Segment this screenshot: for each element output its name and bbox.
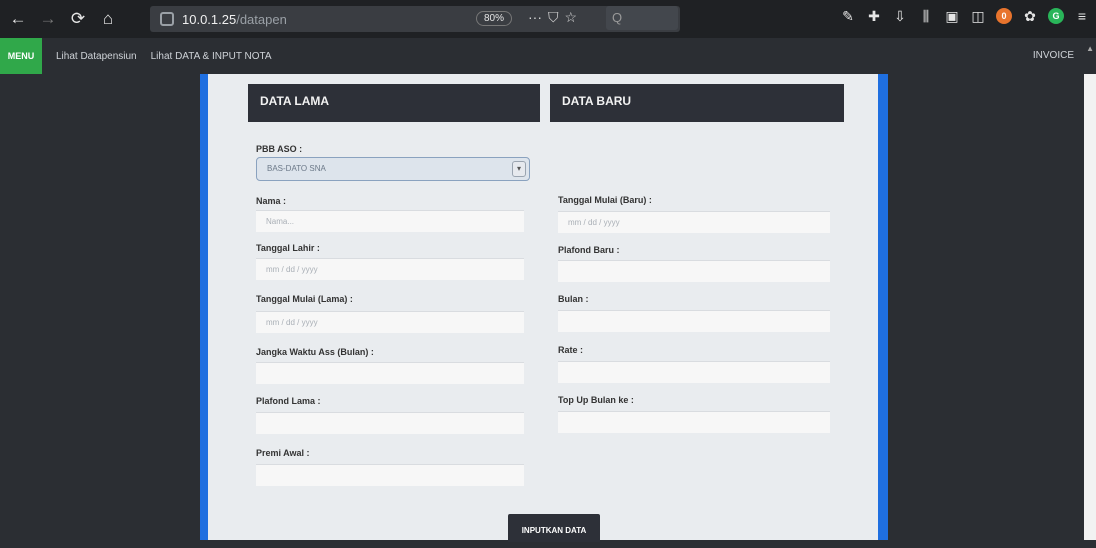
page-scrollbar[interactable] [1084, 74, 1096, 540]
rate-input[interactable] [558, 361, 830, 383]
tgl-lahir-input[interactable]: mm / dd / yyyy [256, 258, 524, 280]
form-container: DATA LAMA DATA BARU PBB ASO : BAS-DATO S… [208, 74, 878, 542]
scroll-up-icon[interactable]: ▲ [1086, 44, 1094, 53]
page-actions-icon[interactable]: ··· [528, 9, 542, 26]
addon-green-icon[interactable]: G [1048, 8, 1064, 24]
hamburger-menu-icon[interactable]: ≡ [1074, 8, 1090, 24]
addon-orange-icon[interactable]: 0 [996, 8, 1012, 24]
inputkan-data-button[interactable]: INPUTKAN DATA [508, 514, 600, 542]
nav-link-invoice[interactable]: INVOICE [1033, 50, 1074, 61]
content-frame: DATA LAMA DATA BARU PBB ASO : BAS-DATO S… [200, 74, 888, 542]
premi-awal-label: Premi Awal : [256, 448, 310, 458]
address-bar[interactable]: 10.0.1.25/datapen 80% ··· ⛉ ☆ Q [150, 6, 680, 32]
info-icon[interactable] [160, 12, 174, 26]
nav-brand[interactable]: MENU [0, 38, 42, 74]
tgl-lahir-label: Tanggal Lahir : [256, 243, 320, 253]
url-host: 10.0.1.25 [182, 11, 237, 27]
bulan-label: Bulan : [558, 294, 589, 304]
back-icon[interactable]: ← [6, 7, 30, 31]
nav-link-data-nota[interactable]: Lihat DATA & INPUT NOTA [151, 51, 272, 62]
top-up-input[interactable] [558, 411, 830, 433]
nav-link-datapensiun[interactable]: Lihat Datapensiun [56, 51, 137, 62]
download-icon[interactable]: ⇩ [892, 8, 908, 24]
search-icon: Q [612, 10, 623, 25]
extension-icon[interactable]: ✚ [866, 8, 882, 24]
pbb-selected-value: BAS-DATO SNA [267, 164, 326, 173]
sidebar-icon[interactable]: ▣ [944, 8, 960, 24]
toolbar-icons: ✎ ✚ ⇩ ⫼ ▣ ◫ 0 ✿ G ≡ [840, 8, 1090, 24]
tgl-mulai-lama-input[interactable]: mm / dd / yyyy [256, 311, 524, 333]
app-navbar: MENU Lihat Datapensiun Lihat DATA & INPU… [0, 38, 1096, 74]
library-icon[interactable]: ⫼ [918, 8, 934, 24]
pocket-icon[interactable]: ⛉ [548, 9, 559, 26]
page-actions: ··· ⛉ ☆ [528, 9, 577, 26]
premi-awal-input[interactable] [256, 464, 524, 486]
bulan-input[interactable] [558, 310, 830, 332]
eyedropper-icon[interactable]: ✎ [840, 8, 856, 24]
data-baru-header: DATA BARU [550, 84, 844, 122]
rate-label: Rate : [558, 345, 584, 355]
url-path: /datapen [236, 11, 287, 27]
tgl-mulai-lama-label: Tanggal Mulai (Lama) : [256, 294, 353, 304]
browser-toolbar: ← → ⟳ ⌂ 10.0.1.25/datapen 80% ··· ⛉ ☆ Q … [0, 0, 1096, 38]
jangka-waktu-input[interactable] [256, 362, 524, 384]
nama-input[interactable]: Nama... [256, 210, 524, 232]
plafond-lama-label: Plafond Lama : [256, 396, 321, 406]
plafond-baru-label: Plafond Baru : [558, 245, 620, 255]
bookmark-star-icon[interactable]: ☆ [565, 9, 578, 26]
forward-icon[interactable]: → [36, 7, 60, 31]
data-lama-header: DATA LAMA [248, 84, 540, 122]
gear-icon[interactable]: ✿ [1022, 8, 1038, 24]
zoom-indicator[interactable]: 80% [476, 11, 513, 26]
pbb-label: PBB ASO : [256, 144, 303, 154]
pbb-select[interactable]: BAS-DATO SNA ▾ [256, 157, 530, 181]
plafond-baru-input[interactable] [558, 260, 830, 282]
tgl-mulai-baru-label: Tanggal Mulai (Baru) : [558, 195, 652, 205]
top-up-label: Top Up Bulan ke : [558, 395, 634, 405]
chevron-down-icon: ▾ [512, 161, 526, 177]
home-icon[interactable]: ⌂ [96, 7, 120, 31]
jangka-waktu-label: Jangka Waktu Ass (Bulan) : [256, 347, 374, 357]
tgl-mulai-baru-input[interactable]: mm / dd / yyyy [558, 211, 830, 233]
nama-label: Nama : [256, 196, 287, 206]
screenshot-icon[interactable]: ◫ [970, 8, 986, 24]
search-input[interactable]: Q [606, 6, 678, 30]
plafond-lama-input[interactable] [256, 412, 524, 434]
reload-icon[interactable]: ⟳ [66, 7, 90, 31]
